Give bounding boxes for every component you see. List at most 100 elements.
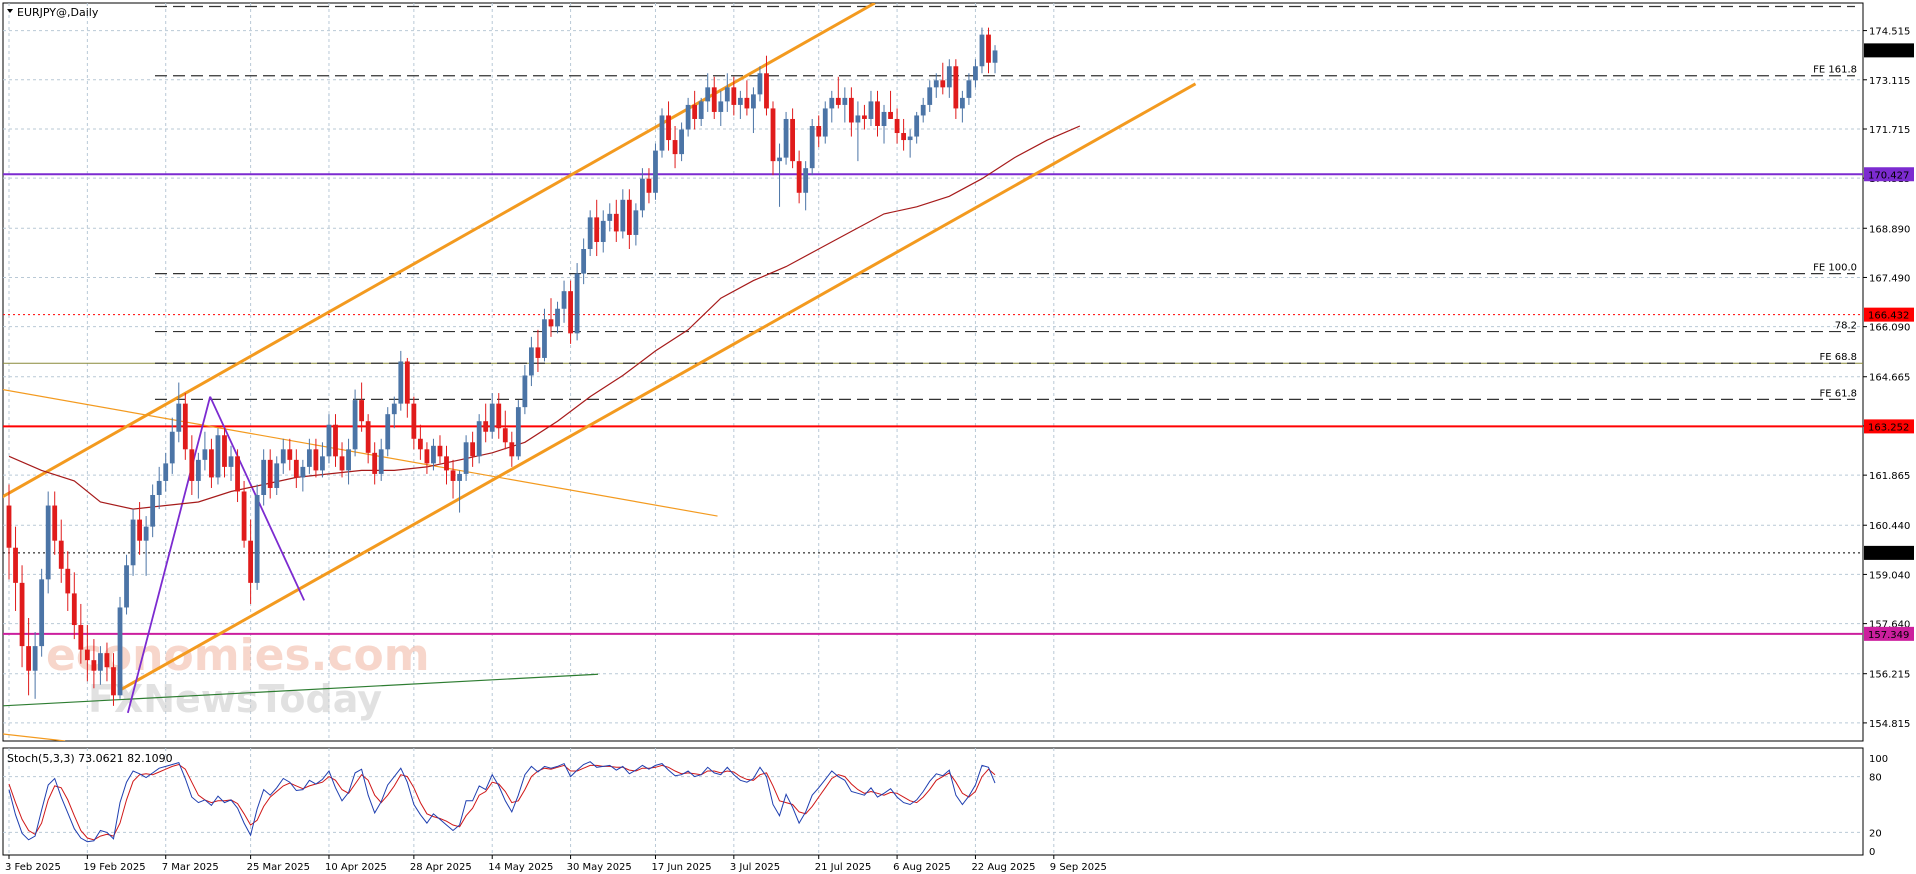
candle-body: [613, 213, 619, 232]
candle-body: [352, 400, 358, 450]
candle-body: [940, 80, 946, 88]
candle-body: [437, 445, 443, 457]
candle-body: [117, 607, 123, 696]
candle-body: [489, 403, 495, 432]
price-tick-label: 174.515: [1869, 27, 1910, 38]
candle-body: [261, 459, 267, 495]
candle-body: [809, 126, 815, 169]
candle-body: [26, 646, 31, 671]
candle-body: [816, 126, 822, 137]
time-tick-label: 17 Jun 2025: [651, 862, 711, 873]
candle-body: [182, 403, 188, 450]
candle-body: [104, 653, 110, 668]
candle-body: [470, 442, 476, 457]
candle-body: [633, 210, 639, 235]
price-axis: 174.515173.115171.715170.315168.890167.4…: [1863, 27, 1914, 730]
watermark-economies: economies.com: [46, 630, 430, 681]
candle-body: [561, 291, 567, 309]
candle-body: [907, 136, 913, 141]
time-tick-label: 30 May 2025: [567, 862, 632, 873]
fib-level-label: FE 61.8: [1819, 388, 1857, 399]
candle-body: [600, 220, 606, 242]
price-tick-label: 154.815: [1869, 719, 1910, 730]
candle-body: [894, 118, 900, 134]
price-tick-label: 159.040: [1869, 570, 1910, 581]
candle-body: [966, 80, 972, 98]
last-price-badge-label: 173.952: [1868, 46, 1909, 57]
candle-body: [19, 582, 25, 647]
fib-level-label: FE 68.8: [1819, 352, 1857, 363]
candle-body: [744, 97, 750, 109]
candle-body: [156, 480, 162, 495]
candle-body: [143, 526, 149, 541]
candle-body: [457, 473, 462, 481]
fib-level-label: 78.2: [1835, 321, 1857, 332]
candle-body: [568, 291, 573, 334]
price-tick-label: 168.890: [1869, 224, 1910, 235]
candle: [653, 143, 658, 200]
candle-body: [764, 73, 769, 109]
candle-body: [751, 94, 756, 109]
candle-body: [855, 115, 861, 123]
candle-body: [770, 108, 776, 162]
chart-canvas: economies.com FXNewsToday 1.809 FE 161.8 F…: [2, 2, 1914, 873]
candle-body: [875, 101, 880, 126]
price-tick-label: 161.865: [1869, 471, 1910, 482]
candle-body: [450, 470, 456, 481]
candle-body: [150, 495, 156, 527]
candle-body: [235, 456, 240, 492]
candle-body: [444, 456, 449, 471]
price-tick-label: 156.215: [1869, 670, 1910, 681]
candle-body: [881, 111, 887, 126]
candle-body: [848, 97, 854, 123]
candle-body: [417, 438, 423, 450]
candle-body: [548, 319, 554, 327]
candle-body: [13, 547, 18, 583]
candle-body: [411, 403, 417, 439]
candle-body: [202, 449, 208, 460]
candle-body: [71, 593, 77, 626]
candle-body: [254, 495, 260, 583]
candle-body: [653, 150, 658, 193]
candle-body: [620, 199, 626, 232]
watermark: economies.com FXNewsToday: [46, 630, 430, 721]
candle-body: [509, 442, 515, 457]
time-tick-label: 25 Mar 2025: [247, 862, 310, 873]
candle-body: [378, 449, 384, 474]
candle-body: [130, 519, 136, 566]
candle: [39, 568, 45, 657]
time-tick-label: 3 Feb 2025: [5, 862, 61, 873]
candle-body: [646, 178, 652, 193]
candle-body: [385, 414, 391, 450]
candle-body: [607, 213, 613, 221]
candle-body: [306, 449, 312, 467]
price-tick-label: 166.090: [1869, 323, 1910, 334]
candle-body: [920, 104, 926, 116]
candle-body: [176, 403, 182, 432]
candle: [45, 491, 51, 594]
candle-body: [933, 80, 939, 88]
candle-body: [58, 540, 64, 569]
candle-body: [163, 463, 169, 481]
candle-body: [463, 442, 469, 474]
candle-body: [228, 456, 234, 467]
candle-body: [502, 428, 508, 443]
price-level-badge-label: 163.252: [1868, 422, 1909, 433]
candle-body: [267, 459, 273, 488]
candle-body: [326, 424, 332, 457]
candle-body: [476, 421, 482, 457]
fib-level-label: FE 100.0: [1813, 263, 1857, 274]
stoch-tick-label: 0: [1869, 847, 1875, 858]
candle-body: [39, 579, 45, 647]
candle-body: [685, 104, 691, 130]
candle-body: [992, 50, 998, 63]
time-tick-label: 6 Aug 2025: [893, 862, 951, 873]
candle-body: [320, 456, 325, 471]
candle-body: [757, 73, 763, 95]
candle-body: [731, 87, 737, 105]
candle-body: [973, 66, 978, 81]
stoch-tick-label: 80: [1869, 773, 1882, 784]
candle-body: [574, 273, 580, 334]
stoch-panel-border: [2, 747, 1864, 856]
candle-body: [359, 400, 365, 422]
